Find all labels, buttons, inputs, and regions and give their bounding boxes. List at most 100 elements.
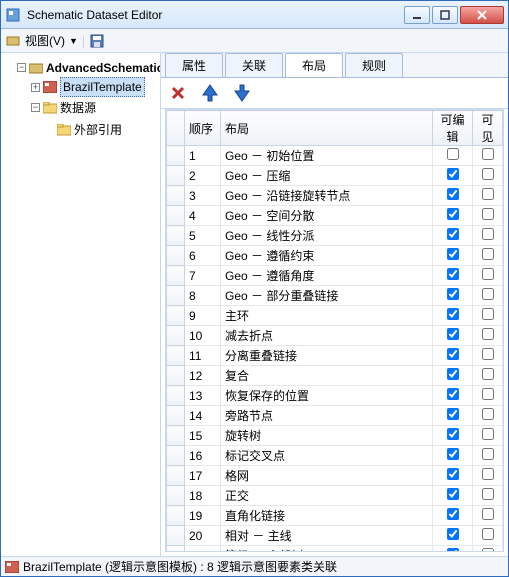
table-row[interactable]: 12复合 (167, 366, 503, 386)
delete-button[interactable] (167, 82, 189, 104)
cell-visible[interactable] (473, 326, 503, 346)
col-visible[interactable]: 可见 (473, 111, 503, 146)
cell-editable[interactable] (433, 446, 473, 466)
col-editable[interactable]: 可编辑 (433, 111, 473, 146)
move-up-button[interactable] (199, 82, 221, 104)
table-row[interactable]: 6Geo － 遵循约束 (167, 246, 503, 266)
table-row[interactable]: 4Geo － 空间分散 (167, 206, 503, 226)
cell-visible[interactable] (473, 166, 503, 186)
cell-visible[interactable] (473, 506, 503, 526)
table-row[interactable]: 2Geo － 压缩 (167, 166, 503, 186)
table-row[interactable]: 14旁路节点 (167, 406, 503, 426)
cell-visible[interactable] (473, 386, 503, 406)
menu-dropdown-icon[interactable]: ▼ (69, 36, 78, 46)
table-row[interactable]: 17格网 (167, 466, 503, 486)
minimize-button[interactable] (404, 6, 430, 24)
cell-editable[interactable] (433, 326, 473, 346)
table-row[interactable]: 13恢复保存的位置 (167, 386, 503, 406)
tree-item-datasource[interactable]: 数据源 (60, 99, 96, 117)
col-order[interactable]: 顺序 (185, 111, 221, 146)
row-header (167, 226, 185, 246)
close-button[interactable] (460, 6, 504, 24)
expand-icon[interactable]: − (31, 103, 40, 112)
cell-editable[interactable] (433, 286, 473, 306)
move-down-button[interactable] (231, 82, 253, 104)
cell-editable[interactable] (433, 386, 473, 406)
maximize-button[interactable] (432, 6, 458, 24)
cell-editable[interactable] (433, 186, 473, 206)
cell-editable[interactable] (433, 426, 473, 446)
cell-editable[interactable] (433, 546, 473, 553)
cell-editable[interactable] (433, 406, 473, 426)
cell-editable[interactable] (433, 366, 473, 386)
table-row[interactable]: 8Geo － 部分重叠链接 (167, 286, 503, 306)
cell-order: 11 (185, 346, 221, 366)
table-row[interactable]: 21等级 － 主线树 (167, 546, 503, 553)
cell-editable[interactable] (433, 146, 473, 166)
cell-order: 1 (185, 146, 221, 166)
cell-visible[interactable] (473, 306, 503, 326)
table-row[interactable]: 19直角化链接 (167, 506, 503, 526)
cell-editable[interactable] (433, 266, 473, 286)
table-row[interactable]: 7Geo － 遵循角度 (167, 266, 503, 286)
table-row[interactable]: 11分离重叠链接 (167, 346, 503, 366)
tree-item-external[interactable]: 外部引用 (74, 121, 122, 139)
tab-rules[interactable]: 规则 (345, 53, 403, 77)
tree-item-template[interactable]: BrazilTemplate (60, 77, 145, 97)
cell-visible[interactable] (473, 286, 503, 306)
cell-visible[interactable] (473, 186, 503, 206)
cell-editable[interactable] (433, 486, 473, 506)
cell-editable[interactable] (433, 466, 473, 486)
cell-visible[interactable] (473, 226, 503, 246)
cell-visible[interactable] (473, 266, 503, 286)
expand-icon[interactable]: − (17, 63, 26, 72)
cell-editable[interactable] (433, 526, 473, 546)
cell-visible[interactable] (473, 346, 503, 366)
row-header (167, 366, 185, 386)
tree-root[interactable]: AdvancedSchematic (46, 59, 161, 77)
cell-visible[interactable] (473, 246, 503, 266)
table-row[interactable]: 15旋转树 (167, 426, 503, 446)
cell-editable[interactable] (433, 226, 473, 246)
cell-editable[interactable] (433, 206, 473, 226)
table-row[interactable]: 18正交 (167, 486, 503, 506)
cell-visible[interactable] (473, 466, 503, 486)
cell-visible[interactable] (473, 206, 503, 226)
cell-visible[interactable] (473, 486, 503, 506)
cell-visible[interactable] (473, 366, 503, 386)
tab-relations[interactable]: 关联 (225, 53, 283, 77)
table-row[interactable]: 20相对 － 主线 (167, 526, 503, 546)
cell-visible[interactable] (473, 546, 503, 553)
template-icon (43, 81, 57, 93)
cell-visible[interactable] (473, 146, 503, 166)
tab-properties[interactable]: 属性 (165, 53, 223, 77)
cell-visible[interactable] (473, 426, 503, 446)
row-header (167, 446, 185, 466)
table-row[interactable]: 3Geo － 沿链接旋转节点 (167, 186, 503, 206)
table-row[interactable]: 9主环 (167, 306, 503, 326)
save-icon[interactable] (89, 33, 105, 49)
cell-editable[interactable] (433, 306, 473, 326)
cell-editable[interactable] (433, 166, 473, 186)
cell-visible[interactable] (473, 446, 503, 466)
cell-order: 21 (185, 546, 221, 553)
row-header (167, 346, 185, 366)
cell-editable[interactable] (433, 346, 473, 366)
cell-order: 5 (185, 226, 221, 246)
cell-visible[interactable] (473, 406, 503, 426)
menu-view[interactable]: 视图(V) (25, 32, 65, 49)
col-layout[interactable]: 布局 (221, 111, 433, 146)
cell-visible[interactable] (473, 526, 503, 546)
row-header (167, 466, 185, 486)
expand-icon[interactable]: + (31, 83, 40, 92)
table-row[interactable]: 16标记交叉点 (167, 446, 503, 466)
table-row[interactable]: 5Geo － 线性分派 (167, 226, 503, 246)
cell-order: 10 (185, 326, 221, 346)
cell-editable[interactable] (433, 506, 473, 526)
tab-layout[interactable]: 布局 (285, 53, 343, 77)
table-row[interactable]: 1Geo － 初始位置 (167, 146, 503, 166)
table-row[interactable]: 10减去折点 (167, 326, 503, 346)
cell-order: 6 (185, 246, 221, 266)
cell-order: 8 (185, 286, 221, 306)
cell-editable[interactable] (433, 246, 473, 266)
